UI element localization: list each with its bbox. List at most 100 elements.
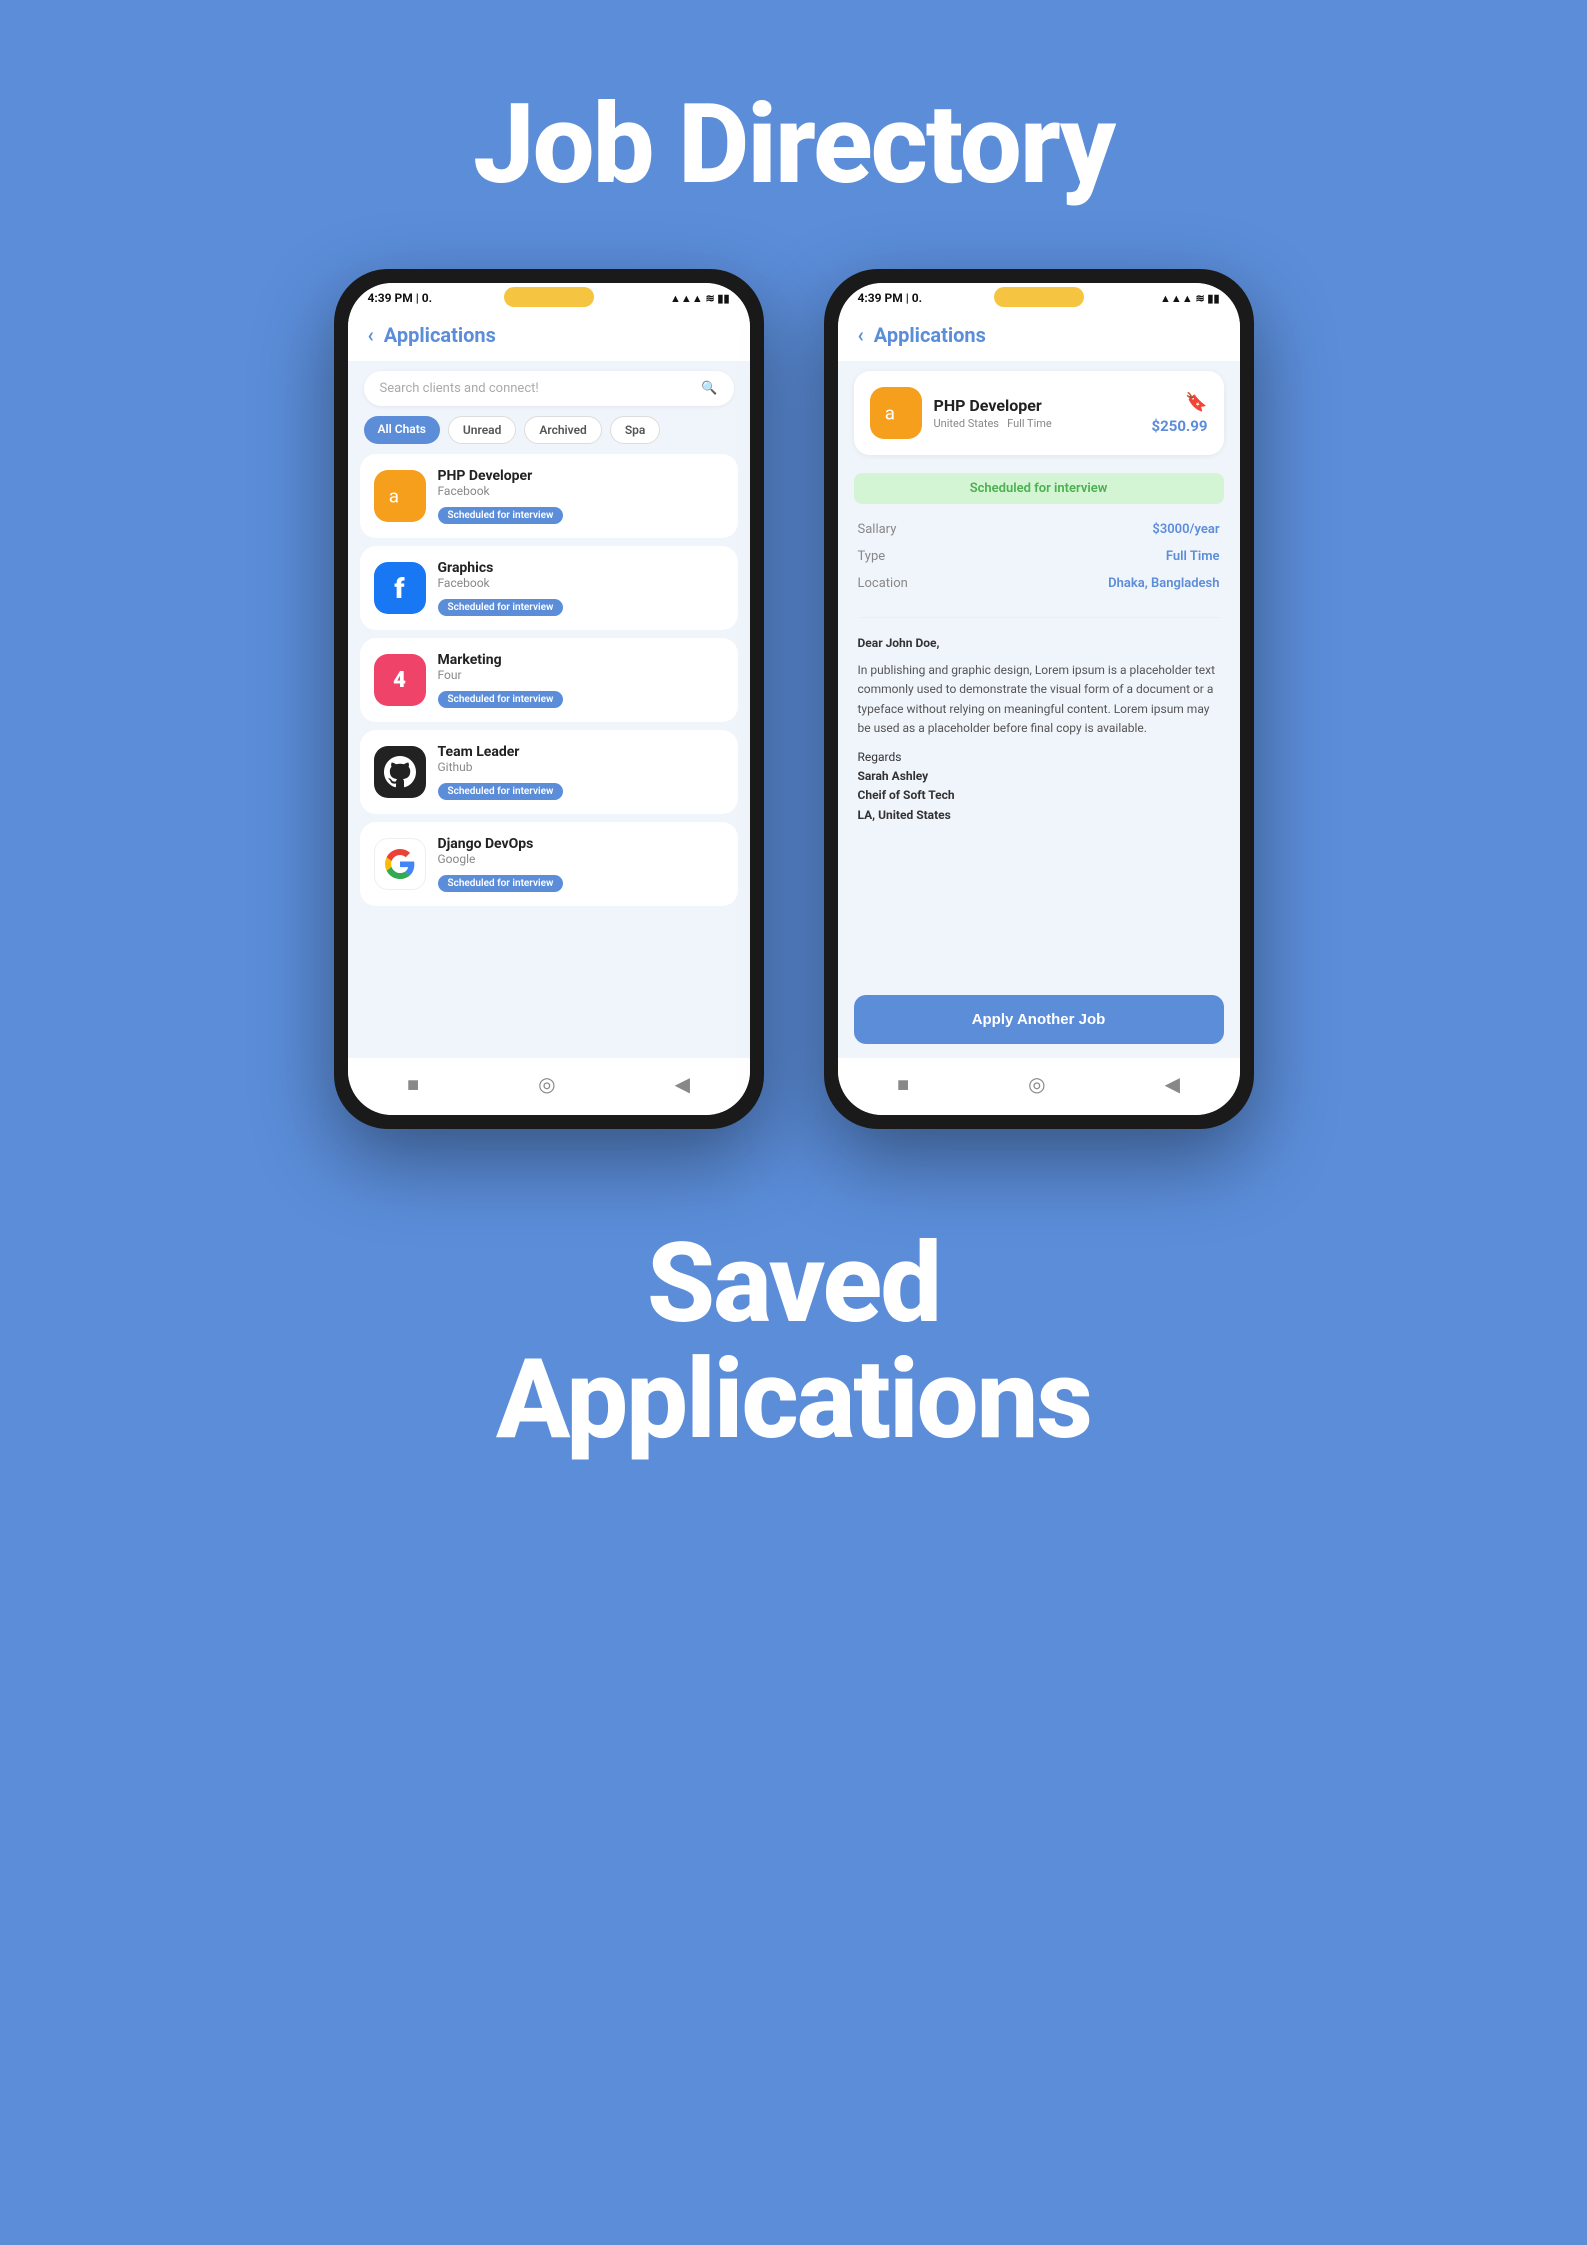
search-bar-left[interactable]: Search clients and connect! 🔍: [364, 371, 734, 406]
company-4: Github: [438, 760, 724, 774]
back-button-right[interactable]: ‹: [858, 323, 864, 347]
cover-body: In publishing and graphic design, Lorem …: [858, 661, 1220, 738]
phone-left: 4:39 PM | 0. ▲▲▲ ≋ ▮▮ ‹ Applications Sea…: [334, 269, 764, 1129]
company-5: Google: [438, 852, 724, 866]
nav-home-left[interactable]: ◎: [538, 1072, 555, 1097]
search-placeholder: Search clients and connect!: [380, 381, 539, 396]
cover-greeting: Dear John Doe,: [858, 634, 1220, 653]
nav-square-right[interactable]: ■: [897, 1072, 909, 1097]
status-badge-3: Scheduled for interview: [438, 691, 564, 708]
logo-amazon: a: [374, 470, 426, 522]
logo-facebook: f: [374, 562, 426, 614]
job-title-1: PHP Developer: [438, 468, 724, 484]
tab-all-chats[interactable]: All Chats: [364, 416, 440, 444]
phones-container: 4:39 PM | 0. ▲▲▲ ≋ ▮▮ ‹ Applications Sea…: [334, 269, 1254, 1129]
logo-google: [374, 838, 426, 890]
divider: [858, 617, 1220, 618]
tab-archived[interactable]: Archived: [524, 416, 601, 444]
nav-square-left[interactable]: ■: [407, 1072, 419, 1097]
label-location: Location: [858, 576, 908, 591]
value-type: Full Time: [1166, 549, 1220, 564]
value-location: Dhaka, Bangladesh: [1108, 576, 1219, 591]
company-2: Facebook: [438, 576, 724, 590]
job-title-5: Django DevOps: [438, 836, 724, 852]
cover-letter: Dear John Doe, In publishing and graphic…: [838, 630, 1240, 983]
notch-pill-right: [994, 287, 1084, 307]
amazon-icon-detail: a: [881, 398, 911, 428]
cover-signature: Regards Sarah Ashley Cheif of Soft Tech …: [858, 748, 1220, 825]
apply-button[interactable]: Apply Another Job: [854, 995, 1224, 1044]
bottom-labels: Saved Applications: [496, 1229, 1091, 1520]
bookmark-icon-detail[interactable]: 🔖: [1185, 392, 1207, 413]
back-button-left[interactable]: ‹: [368, 323, 374, 347]
job-price: $250.99: [1152, 417, 1208, 435]
status-time-right: 4:39 PM | 0.: [858, 291, 923, 305]
app-header-left: ‹ Applications: [348, 309, 750, 361]
company-1: Facebook: [438, 484, 724, 498]
item-info-3: Marketing Four Scheduled for interview: [438, 652, 724, 708]
notch-pill: [504, 287, 594, 307]
label-salary: Sallary: [858, 522, 897, 537]
bottom-nav-right: ■ ◎ ◀: [838, 1058, 1240, 1115]
bottom-nav-left: ■ ◎ ◀: [348, 1058, 750, 1115]
job-card: a PHP Developer United States Full Time …: [854, 371, 1224, 455]
detail-rows: Sallary $3000/year Type Full Time Locati…: [838, 512, 1240, 613]
value-salary: $3000/year: [1152, 522, 1219, 537]
tab-unread[interactable]: Unread: [448, 416, 516, 444]
list-item[interactable]: a PHP Developer Facebook Scheduled for i…: [360, 454, 738, 538]
nav-back-left[interactable]: ◀: [675, 1072, 690, 1097]
job-card-info: PHP Developer United States Full Time: [934, 396, 1140, 430]
header-title-right: Applications: [874, 323, 986, 347]
detail-row-type: Type Full Time: [858, 549, 1220, 564]
app-list: a PHP Developer Facebook Scheduled for i…: [348, 454, 750, 1058]
label-type: Type: [858, 549, 886, 564]
list-item[interactable]: Django DevOps Google Scheduled for inter…: [360, 822, 738, 906]
list-item[interactable]: 4 Marketing Four Scheduled for interview: [360, 638, 738, 722]
list-item[interactable]: f Graphics Facebook Scheduled for interv…: [360, 546, 738, 630]
status-icons-left: ▲▲▲ ≋ ▮▮: [670, 292, 729, 305]
status-time-left: 4:39 PM | 0.: [368, 291, 433, 305]
job-title-2: Graphics: [438, 560, 724, 576]
github-icon: [384, 756, 416, 788]
company-3: Four: [438, 668, 724, 682]
item-info-4: Team Leader Github Scheduled for intervi…: [438, 744, 724, 800]
logo-github: [374, 746, 426, 798]
status-badge-4: Scheduled for interview: [438, 783, 564, 800]
subtitle-saved: Saved: [647, 1229, 940, 1339]
job-title-4: Team Leader: [438, 744, 724, 760]
status-icons-right: ▲▲▲ ≋ ▮▮: [1160, 292, 1219, 305]
job-card-meta: United States Full Time: [934, 417, 1140, 430]
amazon-icon: a: [385, 481, 415, 511]
app-header-right: ‹ Applications: [838, 309, 1240, 361]
job-title-3: Marketing: [438, 652, 724, 668]
logo-foursquare: 4: [374, 654, 426, 706]
phone-left-screen: 4:39 PM | 0. ▲▲▲ ≋ ▮▮ ‹ Applications Sea…: [348, 283, 750, 1115]
tab-spa[interactable]: Spa: [610, 416, 661, 444]
item-info-1: PHP Developer Facebook Scheduled for int…: [438, 468, 724, 524]
search-icon: 🔍: [701, 381, 717, 396]
detail-row-location: Location Dhaka, Bangladesh: [858, 576, 1220, 591]
scheduled-badge: Scheduled for interview: [854, 473, 1224, 504]
item-info-2: Graphics Facebook Scheduled for intervie…: [438, 560, 724, 616]
google-icon: [385, 849, 415, 879]
phone-right: 4:39 PM | 0. ▲▲▲ ≋ ▮▮ ‹ Applications a: [824, 269, 1254, 1129]
sig-name: Sarah Ashley: [858, 767, 1220, 786]
job-card-right: 🔖 $250.99: [1152, 392, 1208, 435]
status-badge-5: Scheduled for interview: [438, 875, 564, 892]
sig-title: Cheif of Soft Tech: [858, 786, 1220, 805]
detail-row-salary: Sallary $3000/year: [858, 522, 1220, 537]
page-title: Job Directory: [473, 80, 1114, 209]
nav-home-right[interactable]: ◎: [1028, 1072, 1045, 1097]
status-badge-1: Scheduled for interview: [438, 507, 564, 524]
regards: Regards: [858, 748, 1220, 767]
item-info-5: Django DevOps Google Scheduled for inter…: [438, 836, 724, 892]
list-item[interactable]: Team Leader Github Scheduled for intervi…: [360, 730, 738, 814]
sig-location: LA, United States: [858, 806, 1220, 825]
filter-tabs: All Chats Unread Archived Spa: [348, 416, 750, 454]
job-card-title: PHP Developer: [934, 396, 1140, 415]
header-title-left: Applications: [384, 323, 496, 347]
nav-back-right[interactable]: ◀: [1165, 1072, 1180, 1097]
logo-amazon-detail: a: [870, 387, 922, 439]
subtitle-applications: Applications: [496, 1339, 1091, 1460]
status-badge-2: Scheduled for interview: [438, 599, 564, 616]
